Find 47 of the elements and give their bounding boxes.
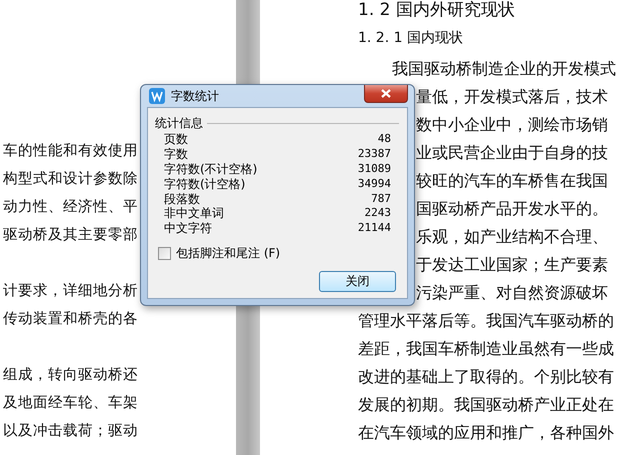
stat-label: 页数 (164, 132, 189, 148)
close-icon (381, 89, 391, 98)
text-line: 改进的基础上了取得的。个别比较有 (358, 366, 614, 388)
stat-label: 字符数(不计空格) (164, 162, 258, 177)
text-line: 差距，我国车桥制造业虽然有一些成 (358, 338, 614, 360)
text-line: 于发达工业国家；生产要素 (416, 254, 608, 276)
close-dialog-button[interactable]: 关闭 (319, 271, 396, 292)
text-line: 以及冲击载荷；驱动 (2, 422, 138, 441)
text-line: 车的性能和有效使用 (2, 142, 138, 161)
text-line: 我国驱动桥制造企业的开发模式 (392, 58, 616, 80)
stat-label: 段落数 (164, 192, 201, 206)
text-line: 组成，转向驱动桥还 (2, 366, 138, 385)
stat-value: 787 (370, 192, 391, 206)
stat-value: 23387 (358, 147, 391, 162)
text-line: 量低，开发模式落后，技术 (416, 86, 608, 108)
text-line: 动力性、经济性、平 (2, 198, 138, 217)
stat-value: 48 (376, 132, 391, 148)
text-line: 及地面经车轮、车架 (2, 394, 138, 413)
text-line: 驱动桥及其主要零部 (2, 226, 138, 245)
stat-value: 31089 (358, 162, 391, 177)
stat-label: 字符数(计空格) (164, 176, 246, 192)
text-line: 计要求，详细地分析 (2, 282, 138, 301)
stat-value: 34994 (358, 176, 391, 192)
stat-label: 非中文单词 (164, 206, 225, 222)
text-line: 国驱动桥产品开发水平的。 (416, 198, 608, 220)
checkbox-label[interactable]: 包括脚注和尾注 (F) (176, 245, 280, 262)
text-line: 传动装置和桥壳的各 (2, 310, 138, 329)
stat-value: 21144 (358, 221, 391, 236)
text-line: 发展的初期。我国驱动桥产业正处在 (358, 394, 614, 416)
app-icon (149, 88, 165, 104)
checkbox[interactable] (158, 247, 171, 260)
text-line: 构型式和设计参数除 (2, 170, 138, 189)
text-line: 管理水平落后等。我国汽车驱动桥的 (358, 310, 614, 332)
text-line: 数中小企业中，测绘市场销 (416, 114, 608, 136)
stat-value: 2243 (364, 206, 391, 222)
text-line: 污染严重、对自然资源破坏 (416, 282, 608, 304)
window-title: 字数统计 (171, 88, 220, 105)
subsection-heading: 1. 2. 1 国内现状 (358, 29, 463, 48)
stat-label: 中文字符 (164, 221, 213, 236)
close-button[interactable] (364, 85, 408, 103)
text-line: 较旺的汽车的车桥售在我国 (416, 170, 608, 192)
text-line: 在汽车领域的应用和推广，各种国外 (358, 422, 614, 444)
stat-label: 字数 (164, 147, 189, 162)
section-heading: 1. 2 国内外研究现状 (358, 0, 515, 20)
text-line: 业或民营企业由于自身的技 (416, 142, 608, 164)
text-line: 乐观，如产业结构不合理、 (416, 226, 608, 248)
group-label: 统计信息 (155, 116, 203, 130)
